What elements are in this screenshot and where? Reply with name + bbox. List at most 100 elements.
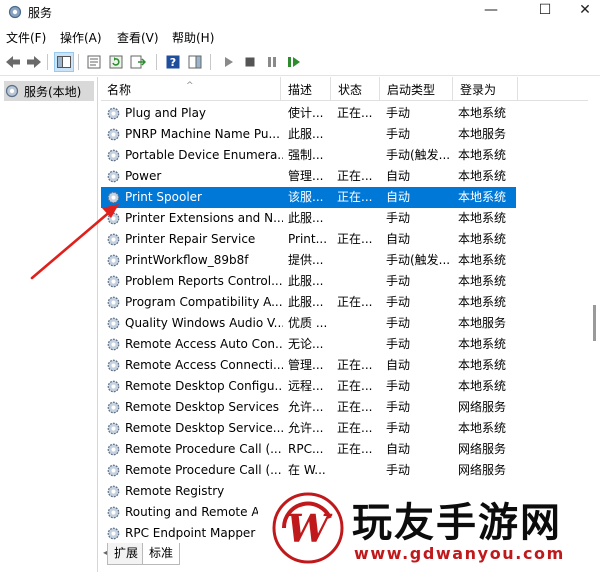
maximize-button[interactable]: ☐ bbox=[522, 0, 568, 22]
service-row[interactable]: Remote Desktop Configu... 远程... 正在... 手动 本地系… bbox=[101, 376, 516, 397]
service-row[interactable]: Remote Procedure Call (... RPC... 正在... 自动 网… bbox=[101, 439, 516, 460]
service-description: 在 W... bbox=[288, 463, 326, 477]
title-bar: 服务 — ☐ ✕ bbox=[0, 0, 600, 26]
gear-icon bbox=[107, 485, 120, 498]
service-startup-type: 自动 bbox=[386, 442, 411, 456]
service-row[interactable]: Program Compatibility A... 此服... 正在... 手动 本地… bbox=[101, 292, 516, 313]
gear-icon bbox=[107, 359, 120, 372]
toolbar-separator bbox=[47, 54, 48, 70]
menu-view[interactable]: 查看(V) bbox=[117, 29, 159, 46]
service-status: 正在... bbox=[337, 106, 373, 120]
service-logon-as: 网络服务 bbox=[458, 463, 507, 477]
service-row[interactable]: Printer Repair Service Print... 正在... 自动 本地系… bbox=[101, 229, 516, 250]
show-hide-tree-icon[interactable] bbox=[54, 52, 74, 72]
service-row[interactable]: Problem Reports Control... 此服... 手动 本地系统 bbox=[101, 271, 516, 292]
service-row[interactable]: Portable Device Enumera... 强制... 手动(触发... 本… bbox=[101, 145, 516, 166]
service-row[interactable]: Remote Access Auto Con... 无论... 手动 本地系统 bbox=[101, 334, 516, 355]
service-description: RPC... bbox=[288, 442, 324, 456]
column-header-name[interactable]: 名称 ^ bbox=[101, 77, 281, 101]
close-button[interactable]: ✕ bbox=[570, 0, 600, 22]
tab-extended[interactable]: 扩展 bbox=[107, 543, 146, 565]
menu-file[interactable]: 文件(F) bbox=[6, 29, 46, 46]
service-name: Printer Repair Service bbox=[125, 232, 256, 246]
service-description: Print... bbox=[288, 232, 328, 246]
service-description: 提供... bbox=[288, 253, 324, 267]
service-startup-type: 手动(触发... bbox=[386, 148, 451, 162]
service-row[interactable]: Power 管理... 正在... 自动 本地系统 bbox=[101, 166, 516, 187]
service-logon-as: 本地服务 bbox=[458, 127, 507, 141]
service-row[interactable]: PrintWorkflow_89b8f 提供... 手动(触发... 本地系统 bbox=[101, 250, 516, 271]
menu-help[interactable]: 帮助(H) bbox=[172, 29, 214, 46]
service-description: 此服... bbox=[288, 211, 324, 225]
resume-service-icon[interactable] bbox=[284, 52, 304, 72]
service-name: PrintWorkflow_89b8f bbox=[125, 253, 249, 267]
service-status bbox=[337, 145, 377, 166]
gear-icon bbox=[107, 254, 120, 267]
service-startup-type: 手动 bbox=[386, 463, 411, 477]
vertical-scrollbar[interactable] bbox=[588, 77, 600, 542]
watermark-logo-icon: W bbox=[272, 492, 344, 564]
service-row[interactable]: Remote Access Connecti... 管理... 正在... 自动 本地系… bbox=[101, 355, 516, 376]
gear-icon bbox=[5, 84, 19, 98]
pause-service-icon[interactable] bbox=[262, 52, 282, 72]
service-status: 正在... bbox=[337, 421, 373, 435]
service-name: PNRP Machine Name Pu... bbox=[125, 127, 280, 141]
service-description: 允许... bbox=[288, 400, 324, 414]
column-header-logon-as[interactable]: 登录为 bbox=[454, 77, 518, 101]
service-row[interactable]: Remote Procedure Call (... 在 W... 手动 网络服务 bbox=[101, 460, 516, 481]
minimize-button[interactable]: — bbox=[468, 0, 514, 22]
gear-icon bbox=[107, 422, 120, 435]
service-startup-type: 手动 bbox=[386, 211, 411, 225]
column-header-description[interactable]: 描述 bbox=[282, 77, 331, 101]
gear-icon bbox=[107, 212, 120, 225]
service-status: 正在... bbox=[337, 295, 373, 309]
service-description: 远程... bbox=[288, 379, 324, 393]
tree-item-services-local[interactable]: 服务(本地) bbox=[4, 81, 94, 101]
export-list-icon[interactable] bbox=[128, 52, 148, 72]
toolbar-separator bbox=[156, 54, 157, 70]
service-row[interactable]: Remote Desktop Service... 允许... 正在... 手动 本地系… bbox=[101, 418, 516, 439]
watermark-url: www.gdwanyou.com bbox=[354, 544, 565, 563]
gear-icon bbox=[107, 170, 120, 183]
service-logon-as: 本地服务 bbox=[458, 316, 507, 330]
refresh-icon[interactable] bbox=[106, 52, 126, 72]
service-name: Remote Procedure Call (... bbox=[125, 463, 282, 477]
column-header-startup-type[interactable]: 启动类型 bbox=[381, 77, 453, 101]
service-logon-as: 网络服务 bbox=[458, 400, 507, 414]
service-name: Remote Procedure Call (... bbox=[125, 442, 282, 456]
gear-icon bbox=[107, 107, 120, 120]
service-row[interactable]: Plug and Play 使计... 正在... 手动 本地系统 bbox=[101, 103, 516, 124]
tab-standard[interactable]: 标准 bbox=[142, 543, 181, 565]
service-name: Remote Desktop Service... bbox=[125, 421, 283, 435]
service-description: 优质 ... bbox=[288, 316, 328, 330]
gear-icon bbox=[107, 191, 120, 204]
gear-icon bbox=[107, 527, 120, 540]
service-row[interactable]: Printer Extensions and N... 此服... 手动 本地系统 bbox=[101, 208, 516, 229]
help-icon[interactable]: ? bbox=[163, 52, 183, 72]
gear-icon bbox=[8, 5, 22, 19]
service-name: Quality Windows Audio V... bbox=[125, 316, 283, 330]
column-header-status[interactable]: 状态 bbox=[332, 77, 380, 101]
forward-arrow-icon[interactable] bbox=[24, 52, 44, 72]
stop-service-icon[interactable] bbox=[240, 52, 260, 72]
back-arrow-icon[interactable] bbox=[3, 52, 23, 72]
service-row[interactable]: Print Spooler 该服... 正在... 自动 本地系统 bbox=[101, 187, 516, 208]
properties-icon[interactable] bbox=[84, 52, 104, 72]
start-service-icon[interactable] bbox=[218, 52, 238, 72]
service-startup-type: 手动 bbox=[386, 274, 411, 288]
service-row[interactable]: PNRP Machine Name Pu... 此服... 手动 本地服务 bbox=[101, 124, 516, 145]
service-startup-type: 手动 bbox=[386, 127, 411, 141]
service-row[interactable]: Quality Windows Audio V... 优质 ... 手动 本地服务 bbox=[101, 313, 516, 334]
console-tree: 服务(本地) bbox=[0, 77, 98, 572]
scroll-thumb[interactable] bbox=[593, 305, 596, 341]
service-row[interactable]: Remote Desktop Services 允许... 正在... 手动 网络服务 bbox=[101, 397, 516, 418]
service-status bbox=[337, 250, 377, 271]
service-description: 此服... bbox=[288, 127, 324, 141]
action-pane-icon[interactable] bbox=[185, 52, 205, 72]
service-startup-type: 自动 bbox=[386, 190, 411, 204]
menu-action[interactable]: 操作(A) bbox=[60, 29, 102, 46]
toolbar-separator bbox=[210, 54, 211, 70]
service-status bbox=[337, 460, 377, 481]
service-name: Portable Device Enumera... bbox=[125, 148, 283, 162]
service-status: 正在... bbox=[337, 358, 373, 372]
